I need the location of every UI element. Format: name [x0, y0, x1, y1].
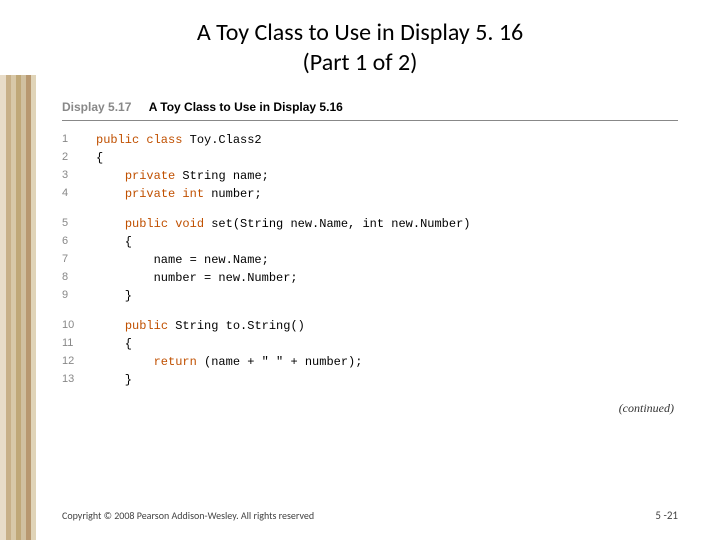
- line-number: 4: [62, 185, 96, 203]
- keyword: public: [125, 319, 168, 333]
- code-text: return (name + " " + number);: [96, 353, 362, 371]
- code-line: 6 {: [62, 233, 678, 251]
- title-line-2: (Part 1 of 2): [303, 48, 418, 77]
- line-number: 1: [62, 131, 96, 149]
- line-number: 13: [62, 371, 96, 389]
- code-text: public class Toy.Class2: [96, 131, 262, 149]
- line-number: 12: [62, 353, 96, 371]
- display-title: A Toy Class to Use in Display 5.16: [149, 100, 343, 114]
- code-text: public void set(String new.Name, int new…: [96, 215, 470, 233]
- keyword: public void: [125, 217, 204, 231]
- code-line: 9 }: [62, 287, 678, 305]
- line-number: 11: [62, 335, 96, 353]
- continued-label: (continued): [62, 401, 678, 416]
- code-line: 2{: [62, 149, 678, 167]
- sidebar-stripes: [0, 75, 36, 540]
- code-block: 10 public String to.String()11 {12 retur…: [62, 317, 678, 389]
- code-line: 8 number = new.Number;: [62, 269, 678, 287]
- code-line: 1public class Toy.Class2: [62, 131, 678, 149]
- copyright-text: Copyright © 2008 Pearson Addison-Wesley.…: [62, 509, 314, 522]
- display-number: Display 5.17: [62, 100, 131, 114]
- slide-title: A Toy Class to Use in Display 5. 16 (Par…: [0, 0, 720, 78]
- code-line: 7 name = new.Name;: [62, 251, 678, 269]
- line-number: 6: [62, 233, 96, 251]
- code-line: 4 private int number;: [62, 185, 678, 203]
- code-text: {: [96, 149, 103, 167]
- keyword: private int: [125, 187, 204, 201]
- page-number: 5 -21: [655, 509, 678, 522]
- code-listing: 1public class Toy.Class22{3 private Stri…: [62, 131, 678, 389]
- line-number: 2: [62, 149, 96, 167]
- line-number: 3: [62, 167, 96, 185]
- code-line: 11 {: [62, 335, 678, 353]
- code-text: {: [96, 233, 132, 251]
- display-header: Display 5.17 A Toy Class to Use in Displ…: [62, 100, 678, 121]
- code-line: 10 public String to.String(): [62, 317, 678, 335]
- code-text: private String name;: [96, 167, 269, 185]
- line-number: 5: [62, 215, 96, 233]
- code-text: {: [96, 335, 132, 353]
- keyword: private: [125, 169, 175, 183]
- code-line: 13 }: [62, 371, 678, 389]
- keyword: return: [154, 355, 197, 369]
- code-line: 3 private String name;: [62, 167, 678, 185]
- display-box: Display 5.17 A Toy Class to Use in Displ…: [62, 100, 678, 416]
- code-text: }: [96, 371, 132, 389]
- code-text: }: [96, 287, 132, 305]
- line-number: 8: [62, 269, 96, 287]
- title-line-1: A Toy Class to Use in Display 5. 16: [197, 18, 523, 47]
- line-number: 7: [62, 251, 96, 269]
- line-number: 9: [62, 287, 96, 305]
- code-line: 5 public void set(String new.Name, int n…: [62, 215, 678, 233]
- code-text: number = new.Number;: [96, 269, 298, 287]
- line-number: 10: [62, 317, 96, 335]
- code-block: 5 public void set(String new.Name, int n…: [62, 215, 678, 305]
- code-line: 12 return (name + " " + number);: [62, 353, 678, 371]
- code-text: name = new.Name;: [96, 251, 269, 269]
- code-text: public String to.String(): [96, 317, 305, 335]
- code-text: private int number;: [96, 185, 262, 203]
- keyword: public class: [96, 133, 182, 147]
- code-block: 1public class Toy.Class22{3 private Stri…: [62, 131, 678, 203]
